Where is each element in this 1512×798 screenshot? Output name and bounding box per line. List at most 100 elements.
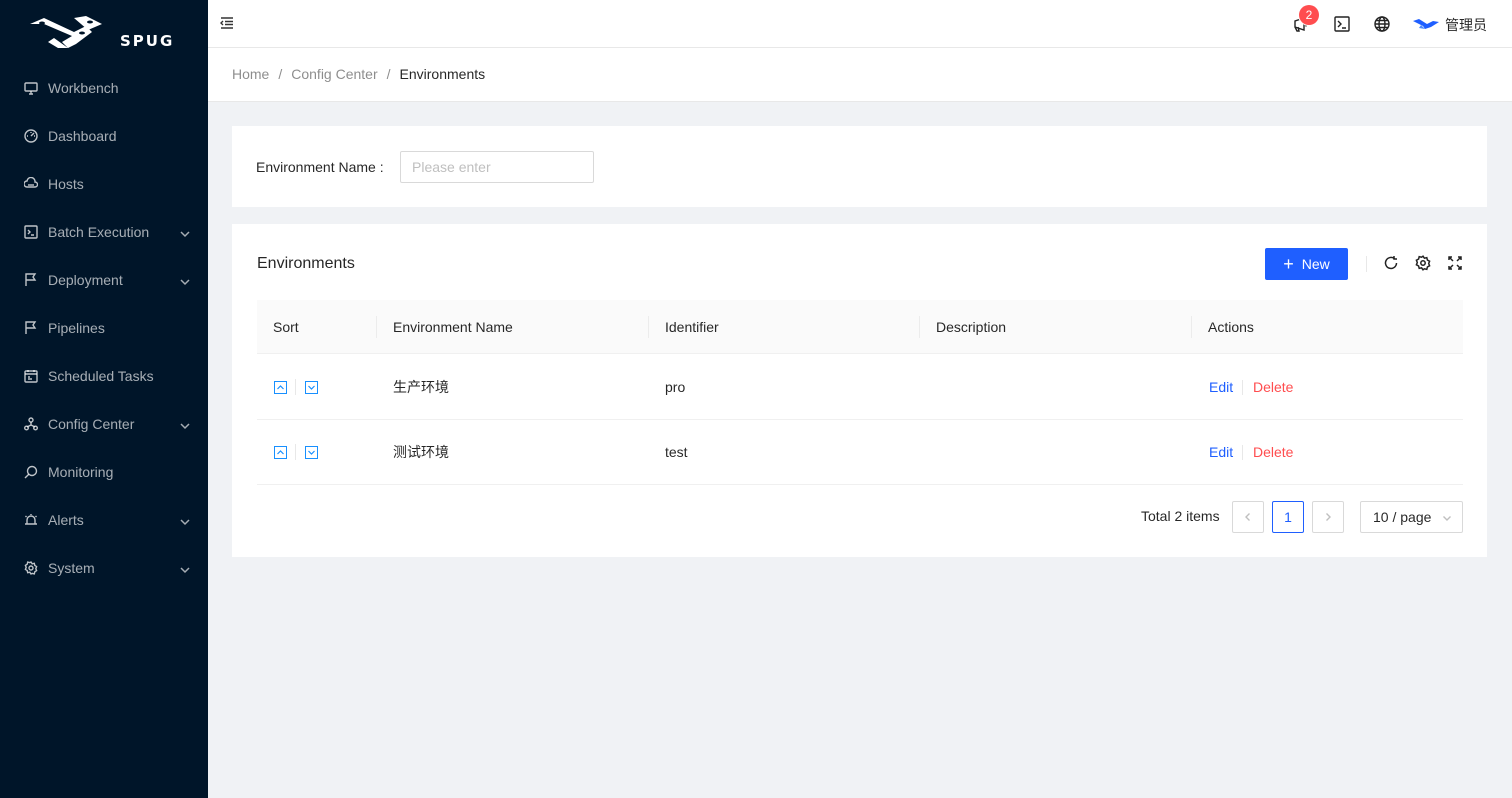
sidebar-item-hosts[interactable]: Hosts: [0, 164, 208, 204]
cloud-server-icon: [24, 177, 38, 191]
sidebar-item-label: Alerts: [48, 512, 84, 528]
chevron-down-icon: [180, 514, 190, 526]
new-button[interactable]: + New: [1265, 248, 1348, 280]
sidebar-item-label: System: [48, 560, 95, 576]
table-title: Environments: [257, 255, 355, 272]
setting-icon[interactable]: [1415, 255, 1431, 271]
column-header-description: Description: [936, 319, 1007, 335]
chevron-right-icon: [1326, 513, 1331, 521]
action-separator: [1242, 445, 1243, 460]
username[interactable]: 管理员: [1445, 15, 1487, 35]
top-header: 2 管理员: [208, 0, 1512, 48]
sidebar-item-monitoring[interactable]: Monitoring: [0, 452, 208, 492]
breadcrumb-separator: /: [386, 66, 391, 82]
sort-separator: [295, 379, 296, 395]
sidebar-item-dashboard[interactable]: Dashboard: [0, 116, 208, 156]
pagination-total: Total 2 items: [1141, 508, 1220, 524]
pagination-next[interactable]: [1312, 501, 1344, 533]
dashboard-icon: [24, 129, 38, 143]
breadcrumb-home[interactable]: Home: [232, 66, 269, 82]
cell-identifier: test: [665, 444, 688, 460]
flag-icon: [24, 273, 38, 287]
search-label: Environment Name :: [256, 159, 384, 175]
schedule-icon: [24, 369, 38, 383]
setting-icon: [24, 561, 38, 575]
menu-fold-icon[interactable]: [220, 16, 234, 30]
app-logo[interactable]: SPUG: [28, 14, 188, 54]
sidebar-item-label: Hosts: [48, 176, 84, 192]
column-header-identifier: Identifier: [665, 319, 719, 335]
column-header-sort: Sort: [273, 319, 299, 335]
sidebar-item-label: Monitoring: [48, 464, 114, 480]
delete-link[interactable]: Delete: [1253, 355, 1293, 420]
edit-link[interactable]: Edit: [1209, 420, 1233, 485]
alarm-icon: [24, 513, 38, 527]
sidebar-item-label: Workbench: [48, 80, 119, 96]
breadcrumb-bar: Home / Config Center / Environments: [208, 48, 1512, 102]
page-size-value: 10 / page: [1373, 509, 1432, 525]
delete-link[interactable]: Delete: [1253, 420, 1293, 485]
move-down-icon[interactable]: [305, 381, 318, 394]
breadcrumb-current: Environments: [399, 66, 486, 82]
sidebar-item-label: Dashboard: [48, 128, 117, 144]
table-row: 生产环境 pro Edit Delete: [257, 355, 1463, 420]
sidebar-item-alerts[interactable]: Alerts: [0, 500, 208, 540]
chevron-down-icon: [180, 562, 190, 574]
chevron-left-icon: [1245, 513, 1250, 521]
move-up-icon[interactable]: [274, 381, 287, 394]
sidebar-item-deployment[interactable]: Deployment: [0, 260, 208, 300]
cell-description: [920, 355, 936, 420]
move-down-icon[interactable]: [305, 446, 318, 459]
terminal-icon[interactable]: [1333, 15, 1351, 33]
sidebar-item-scheduled-tasks[interactable]: Scheduled Tasks: [0, 356, 208, 396]
toolbar-divider: [1366, 256, 1367, 272]
pagination-prev[interactable]: [1232, 501, 1264, 533]
chevron-down-icon: [1443, 516, 1451, 521]
chevron-down-icon: [180, 274, 190, 286]
environments-table-card: Environments + New Sort Environment Name…: [232, 224, 1487, 557]
deployment-unit-icon: [24, 417, 38, 431]
chevron-down-icon: [180, 418, 190, 430]
sidebar-item-config-center[interactable]: Config Center: [0, 404, 208, 444]
breadcrumb-separator: /: [278, 66, 283, 82]
code-icon: [24, 225, 38, 239]
desktop-icon: [24, 81, 38, 95]
sidebar-item-label: Pipelines: [48, 320, 105, 336]
reload-icon[interactable]: [1383, 255, 1399, 271]
sidebar-item-workbench[interactable]: Workbench: [0, 68, 208, 108]
sidebar-item-label: Deployment: [48, 272, 123, 288]
plus-icon: +: [1283, 254, 1294, 274]
page-size-select[interactable]: 10 / page: [1360, 501, 1463, 533]
monitor-search-icon: [24, 465, 38, 479]
cell-environment-name: 生产环境: [393, 379, 449, 395]
move-up-icon[interactable]: [274, 446, 287, 459]
globe-icon[interactable]: [1373, 15, 1391, 33]
notification-badge: 2: [1299, 5, 1319, 25]
column-header-environment-name: Environment Name: [393, 319, 513, 335]
action-separator: [1242, 380, 1243, 395]
sidebar-item-label: Config Center: [48, 416, 135, 432]
search-form: Environment Name :: [232, 126, 1487, 207]
avatar[interactable]: [1413, 18, 1439, 30]
cell-description: [920, 420, 936, 485]
sidebar-item-label: Scheduled Tasks: [48, 368, 154, 384]
breadcrumb-config-center[interactable]: Config Center: [291, 66, 377, 82]
edit-link[interactable]: Edit: [1209, 355, 1233, 420]
column-header-actions: Actions: [1208, 319, 1254, 335]
environment-name-input[interactable]: [400, 151, 594, 183]
sidebar-item-pipelines[interactable]: Pipelines: [0, 308, 208, 348]
sidebar-item-label: Batch Execution: [48, 224, 150, 240]
sidebar-item-batch-execution[interactable]: Batch Execution: [0, 212, 208, 252]
pagination-page[interactable]: 1: [1272, 501, 1304, 533]
table-header: Sort Environment Name Identifier Descrip…: [257, 300, 1463, 354]
spug-logo-icon: [30, 16, 102, 48]
table-row: 测试环境 test Edit Delete: [257, 420, 1463, 485]
flag-icon: [24, 321, 38, 335]
cell-identifier: pro: [665, 379, 686, 395]
sort-separator: [295, 444, 296, 460]
new-button-label: New: [1301, 256, 1330, 272]
sidebar-item-system[interactable]: System: [0, 548, 208, 588]
fullscreen-icon[interactable]: [1447, 255, 1463, 271]
chevron-down-icon: [180, 226, 190, 238]
breadcrumb: Home / Config Center / Environments: [232, 66, 485, 82]
